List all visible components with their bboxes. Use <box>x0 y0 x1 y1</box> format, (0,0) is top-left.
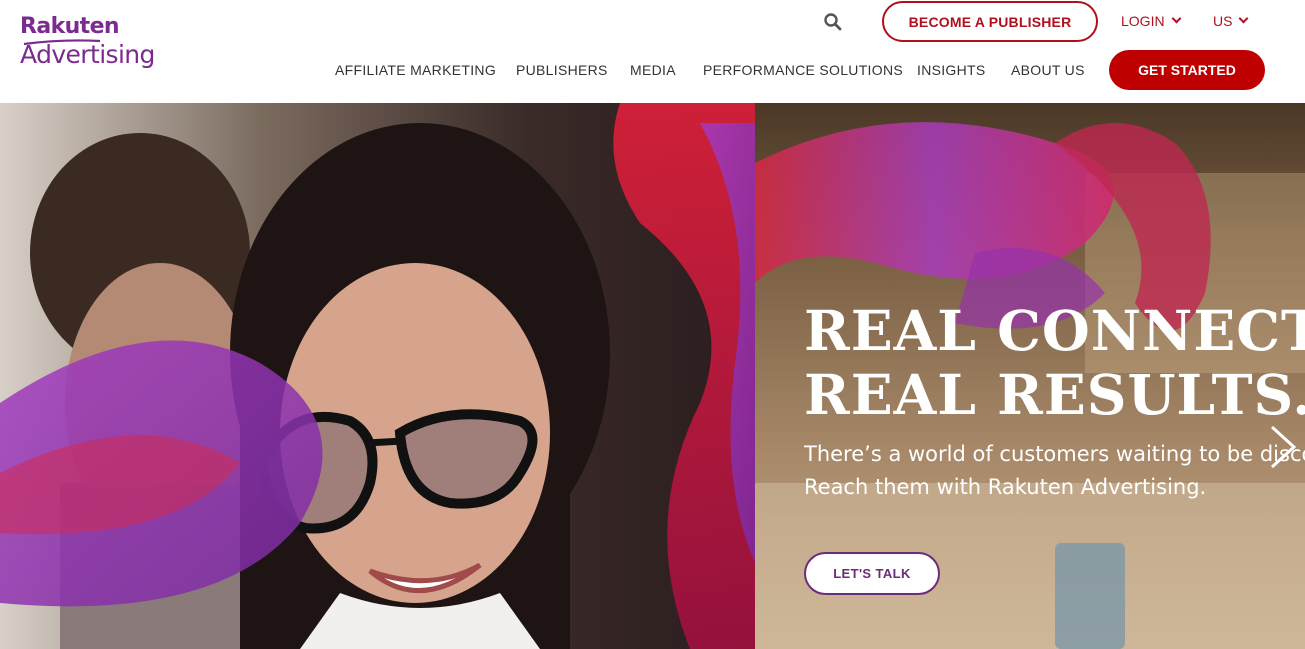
logo-swoosh-icon <box>23 39 101 46</box>
lets-talk-button[interactable]: LET'S TALK <box>804 552 940 595</box>
hero-subtitle-line-2: Reach them with Rakuten Advertising. <box>804 475 1207 499</box>
chevron-down-icon <box>1171 13 1182 24</box>
hero-subtitle-line-1: There’s a world of customers waiting to … <box>804 442 1305 466</box>
nav-item-about-us[interactable]: ABOUT US <box>1011 62 1085 78</box>
region-dropdown[interactable]: US <box>1213 13 1249 29</box>
chevron-right-icon[interactable] <box>1266 423 1300 471</box>
nav-item-insights[interactable]: INSIGHTS <box>917 62 986 78</box>
region-label: US <box>1213 13 1233 29</box>
hero-subtitle: There’s a world of customers waiting to … <box>804 438 1305 504</box>
rakuten-advertising-logo[interactable]: Rakuten Advertising <box>20 14 155 70</box>
nav-item-performance-solutions[interactable]: PERFORMANCE SOLUTIONS <box>703 62 903 78</box>
hero-photo <box>0 103 755 649</box>
login-dropdown[interactable]: LOGIN <box>1121 13 1182 29</box>
hero-portrait-illustration <box>0 103 755 649</box>
get-started-button[interactable]: GET STARTED <box>1109 50 1265 90</box>
hero-carousel: REAL CONNECTIONS. REAL RESULTS. There’s … <box>0 103 1305 649</box>
hero-title-line-2: REAL RESULTS. <box>804 362 1305 427</box>
nav-item-affiliate-marketing[interactable]: AFFILIATE MARKETING <box>335 62 496 78</box>
hero-title: REAL CONNECTIONS. REAL RESULTS. <box>804 299 1305 427</box>
login-label: LOGIN <box>1121 13 1165 29</box>
site-header: Rakuten Advertising BECOME A PUBLISHER L… <box>0 0 1305 103</box>
nav-item-publishers[interactable]: PUBLISHERS <box>516 62 608 78</box>
hero-title-line-1: REAL CONNECTIONS. <box>804 298 1305 363</box>
become-publisher-button[interactable]: BECOME A PUBLISHER <box>882 1 1098 42</box>
nav-item-media[interactable]: MEDIA <box>630 62 676 78</box>
search-icon[interactable] <box>823 12 843 32</box>
chevron-down-icon <box>1239 13 1249 24</box>
logo-line-1: Rakuten <box>20 14 120 39</box>
